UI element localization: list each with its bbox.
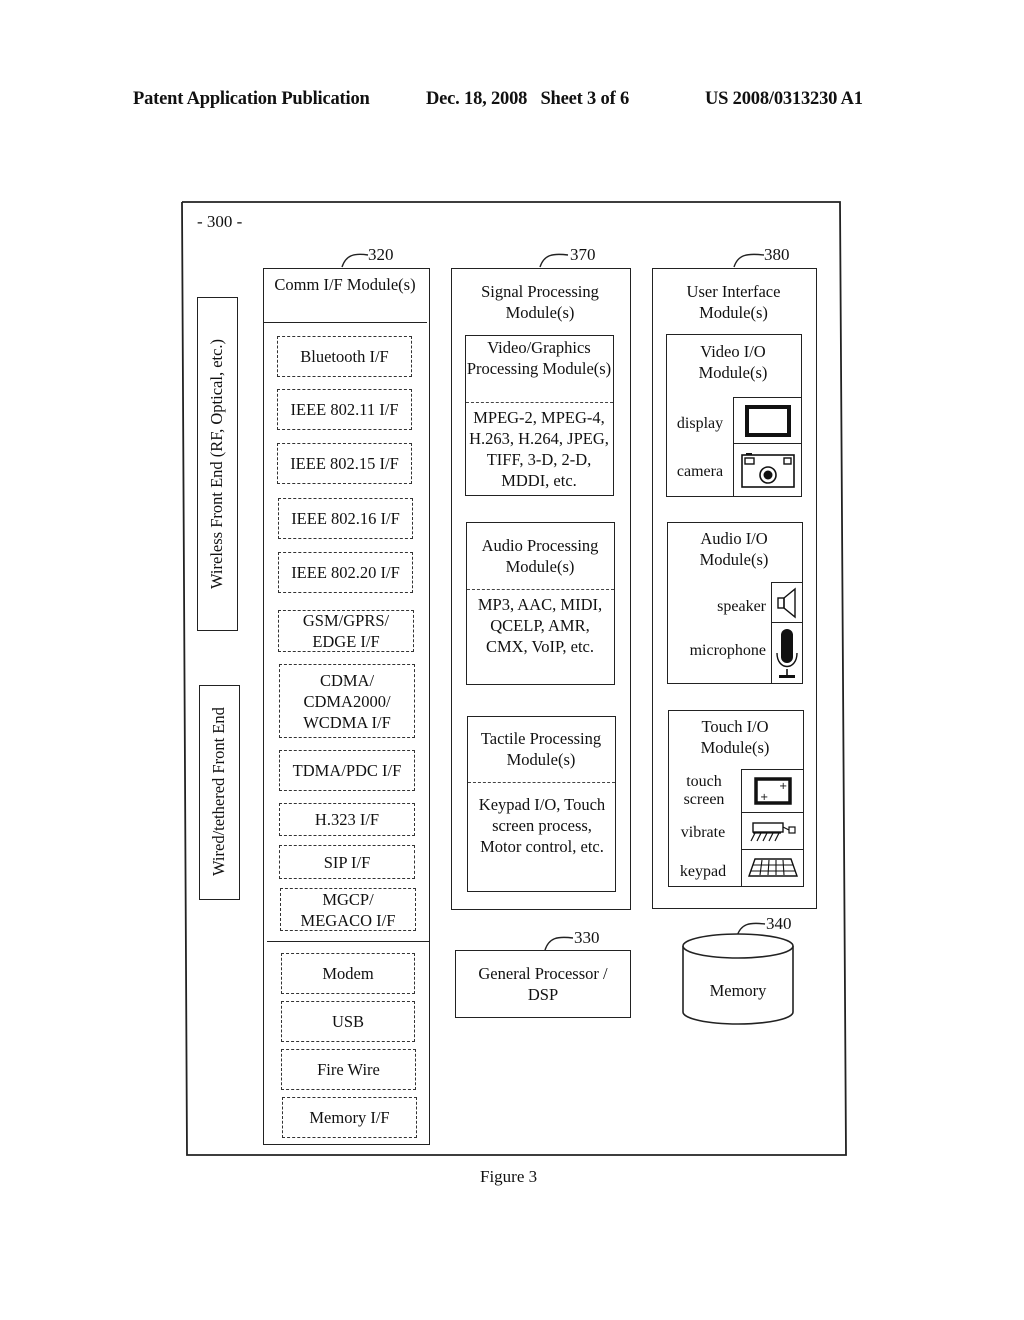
touch-io-title: Touch I/O Module(s) [700, 717, 770, 757]
microphone-cell [771, 622, 803, 684]
user-interface-ref: 380 [764, 245, 790, 264]
interface-modem: Modem [281, 953, 415, 994]
audio-processing-title: Audio Processing Module(s) [481, 536, 599, 576]
ref-leader-320 [341, 253, 369, 268]
camera-label: camera [676, 463, 724, 480]
interface-label: GSM/GPRS/ EDGE I/F [302, 611, 390, 651]
interface-label: CDMA/ CDMA2000/ WCDMA I/F [303, 670, 391, 732]
ref-leader-380 [733, 253, 765, 268]
tactile-processing-divider [468, 782, 615, 783]
interface-label: IEEE 802.11 I/F [290, 400, 399, 419]
microphone-label: microphone [689, 642, 766, 659]
processor-ref: 330 [574, 928, 600, 947]
speaker-cell [771, 582, 803, 623]
video-graphics-divider [466, 402, 613, 403]
interface-usb: USB [281, 1001, 415, 1042]
display-icon [744, 404, 791, 437]
figure-ref-300: - 300 - [197, 212, 243, 231]
interface-cdma-wcdma: CDMA/ CDMA2000/ WCDMA I/F [279, 664, 415, 738]
signal-processing-ref: 370 [570, 245, 596, 264]
interface-label: IEEE 802.15 I/F [290, 454, 399, 473]
speaker-label: speaker [717, 598, 766, 615]
figure-caption: Figure 3 [480, 1167, 538, 1186]
camera-cell [733, 443, 802, 497]
wired-section-divider [267, 941, 429, 942]
interface-label: USB [331, 1012, 365, 1031]
interface-memory: Memory I/F [282, 1097, 417, 1138]
interface-label: Modem [322, 964, 374, 983]
processor-title: General Processor / DSP [478, 964, 608, 1004]
audio-processing-divider [467, 589, 614, 590]
ref-leader-370 [539, 253, 569, 268]
touch-screen-icon: + + [753, 777, 792, 805]
video-io-title: Video I/O Module(s) [698, 342, 768, 382]
ref-leader-330 [544, 936, 574, 951]
memory-ref: 340 [766, 914, 792, 933]
interface-label: IEEE 802.20 I/F [291, 563, 400, 582]
tactile-processing-title: Tactile Processing Module(s) [480, 729, 602, 769]
interface-firewire: Fire Wire [281, 1049, 416, 1090]
interface-h323: H.323 I/F [279, 803, 415, 836]
keypad-cell [741, 849, 804, 887]
interface-ieee-802-16: IEEE 802.16 I/F [278, 498, 413, 539]
comm-module-title: Comm I/F Module(s) [274, 275, 416, 294]
interface-sip: SIP I/F [279, 845, 415, 879]
interface-ieee-802-15: IEEE 802.15 I/F [277, 443, 412, 484]
microphone-icon [776, 629, 798, 678]
keypad-icon [747, 858, 798, 877]
interface-mgcp-megaco: MGCP/ MEGACO I/F [280, 888, 416, 931]
wired-front-end-label: Wired/tethered Front End [209, 707, 228, 877]
interface-label: SIP I/F [323, 852, 371, 872]
interface-label: Memory I/F [309, 1108, 390, 1127]
interface-gsm-gprs-edge: GSM/GPRS/ EDGE I/F [278, 610, 414, 652]
speaker-icon [777, 587, 796, 618]
svg-text:+: + [779, 781, 787, 792]
tactile-processing-formats: Keypad I/O, Touch screen process, Motor … [478, 795, 606, 856]
display-cell [733, 397, 802, 444]
signal-processing-title: Signal Processing Module(s) [481, 282, 599, 322]
interface-label: Fire Wire [317, 1060, 380, 1079]
interface-tdma-pdc: TDMA/PDC I/F [279, 750, 415, 791]
camera-icon [740, 453, 795, 488]
general-processor-dsp: General Processor / DSP [455, 950, 631, 1018]
svg-text:+: + [760, 792, 768, 803]
interface-label: MGCP/ MEGACO I/F [300, 889, 396, 930]
interface-label: IEEE 802.16 I/F [291, 509, 400, 528]
video-graphics-title: Video/Graphics Processing Module(s) [466, 338, 612, 378]
touch-screen-cell: + + [741, 769, 804, 813]
interface-ieee-802-20: IEEE 802.20 I/F [278, 552, 413, 593]
memory-title: Memory [709, 981, 767, 1000]
interface-ieee-802-11: IEEE 802.11 I/F [277, 389, 412, 430]
user-interface-title: User Interface Module(s) [686, 282, 781, 322]
vibrate-label: vibrate [680, 824, 726, 841]
audio-io-title: Audio I/O Module(s) [699, 529, 769, 569]
wireless-front-end-label: Wireless Front End (RF, Optical, etc.) [207, 338, 226, 589]
wireless-front-end: Wireless Front End (RF, Optical, etc.) [197, 297, 238, 631]
comm-module-divider [264, 322, 427, 323]
video-graphics-formats: MPEG-2, MPEG-4, H.263, H.264, JPEG, TIFF… [469, 408, 609, 490]
interface-label: TDMA/PDC I/F [292, 761, 402, 780]
display-label: display [676, 415, 724, 432]
audio-processing-formats: MP3, AAC, MIDI, QCELP, AMR, CMX, VoIP, e… [477, 595, 603, 656]
comm-module-ref: 320 [368, 245, 394, 264]
interface-label: Bluetooth I/F [300, 347, 389, 366]
interface-label: H.323 I/F [314, 810, 380, 829]
vibrate-cell [741, 812, 804, 850]
wired-front-end: Wired/tethered Front End [199, 685, 240, 900]
touch-screen-label: touch screen [683, 773, 725, 808]
interface-bluetooth: Bluetooth I/F [277, 336, 412, 377]
keypad-label: keypad [679, 863, 727, 880]
vibrate-motor-icon [749, 822, 796, 842]
